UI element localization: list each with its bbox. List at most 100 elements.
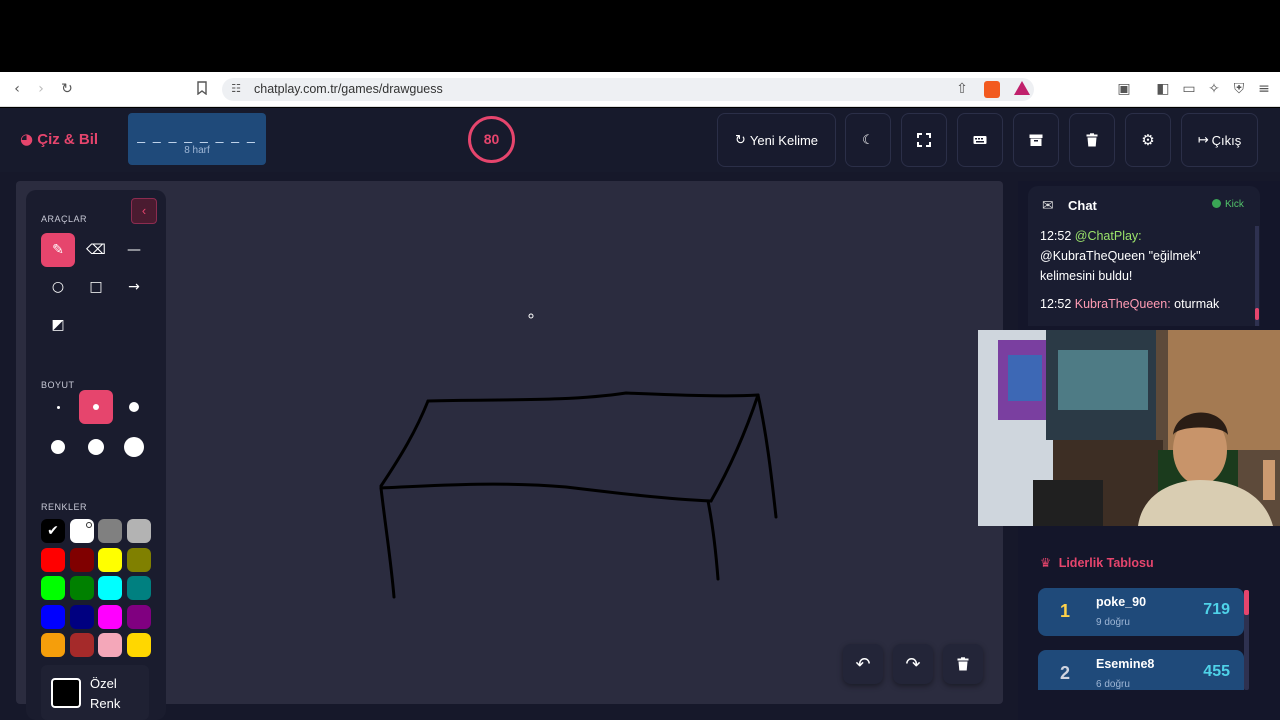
vpn-icon[interactable]: ⛨ xyxy=(1231,81,1247,97)
fullscreen-button[interactable] xyxy=(901,113,947,167)
tools-panel: ARAÇLAR ‹ ✎ ⌫ — ○ □ → ◩ BOYUT RENKLER ✔ … xyxy=(26,190,166,720)
message-user: KubraTheQueen: xyxy=(1074,297,1171,311)
eraser-icon: ⌫ xyxy=(86,242,106,258)
settings-button[interactable]: ⚙ xyxy=(1125,113,1171,167)
table-right-leg-back-stroke xyxy=(756,393,778,519)
color-swatch[interactable] xyxy=(126,576,151,600)
url-text: chatplay.com.tr/games/drawguess xyxy=(254,82,443,96)
new-word-button[interactable]: ↻ Yeni Kelime xyxy=(717,113,836,167)
reload-icon[interactable]: ↻ xyxy=(59,81,75,97)
circle-icon: ○ xyxy=(51,279,65,295)
fill-tool[interactable]: ◩ xyxy=(41,308,75,342)
chat-scroll-thumb[interactable] xyxy=(1255,308,1259,320)
size-xl[interactable] xyxy=(79,430,113,464)
custom-color-button[interactable]: Özel Renk xyxy=(41,665,149,720)
color-swatch[interactable] xyxy=(126,633,151,657)
size-l[interactable] xyxy=(41,430,75,464)
brave-shield-icon[interactable] xyxy=(984,81,1000,98)
leo-ai-icon[interactable]: ✧ xyxy=(1206,81,1222,97)
color-swatch[interactable] xyxy=(98,519,122,543)
color-swatch[interactable]: ✔ xyxy=(41,519,65,543)
color-swatch[interactable] xyxy=(69,576,94,600)
color-swatch[interactable] xyxy=(69,604,94,629)
round-timer: 80 xyxy=(468,116,515,163)
color-swatch[interactable] xyxy=(41,633,65,657)
eraser-tool[interactable]: ⌫ xyxy=(79,233,113,267)
color-swatch[interactable] xyxy=(126,547,151,572)
webcam-overlay xyxy=(978,330,1280,526)
leaderboard-row: 2 Esemine8 6 doğru 455 xyxy=(1038,650,1244,690)
brave-rewards-icon[interactable] xyxy=(1014,81,1030,95)
site-settings-icon[interactable]: ☷ xyxy=(228,81,244,97)
leaderboard-scrollbar[interactable] xyxy=(1244,590,1249,690)
color-swatch[interactable] xyxy=(69,519,94,543)
size-s[interactable] xyxy=(79,390,113,424)
forward-icon[interactable]: › xyxy=(33,81,49,97)
line-tool[interactable]: — xyxy=(117,233,151,267)
wallet-icon[interactable]: ▭ xyxy=(1181,81,1197,97)
rectangle-tool[interactable]: □ xyxy=(79,270,113,304)
leaderboard-row: 1 poke_90 9 doğru 719 xyxy=(1038,588,1244,636)
logout-button[interactable]: ↦ Çıkış xyxy=(1181,113,1258,167)
redo-button[interactable]: ↷ xyxy=(893,644,933,684)
color-swatch[interactable] xyxy=(69,547,94,572)
arrow-right-icon: → xyxy=(128,279,140,295)
browser-toolbar: ‹ › ↻ ☷ chatplay.com.tr/games/drawguess … xyxy=(0,72,1280,107)
chevron-left-icon: ‹ xyxy=(141,203,147,218)
color-swatch[interactable] xyxy=(98,576,122,600)
share-icon[interactable]: ⇧ xyxy=(954,81,970,97)
refresh-icon: ↻ xyxy=(734,132,746,148)
color-swatch[interactable] xyxy=(41,576,65,600)
address-bar[interactable]: ☷ chatplay.com.tr/games/drawguess ⇧ xyxy=(222,78,1034,101)
keyboard-icon xyxy=(973,136,987,144)
keyboard-button[interactable] xyxy=(957,113,1003,167)
drawing-strokes xyxy=(379,313,778,599)
color-swatch[interactable] xyxy=(126,519,151,543)
message-text: @KubraTheQueen "eğilmek" kelimesini buld… xyxy=(1040,249,1201,283)
drawing-canvas[interactable]: ↶ ↷ xyxy=(166,181,1003,704)
size-m[interactable] xyxy=(117,390,151,424)
menu-icon[interactable]: ≡ xyxy=(1256,81,1272,97)
table-top-back-stroke xyxy=(426,391,760,403)
custom-color-label-line2: Renk xyxy=(90,696,121,711)
tab-search-icon[interactable]: ▣ xyxy=(1116,81,1132,97)
size-xs[interactable] xyxy=(41,390,75,424)
color-swatch[interactable] xyxy=(126,604,151,629)
circle-tool[interactable]: ○ xyxy=(41,270,75,304)
color-swatch[interactable] xyxy=(98,633,122,657)
leaderboard-title-text: Liderlik Tablosu xyxy=(1058,556,1154,570)
color-swatch[interactable] xyxy=(41,547,65,572)
back-icon[interactable]: ‹ xyxy=(9,81,25,97)
comments-icon: ✉ xyxy=(1042,198,1054,214)
color-swatch[interactable] xyxy=(41,604,65,629)
clear-all-button[interactable] xyxy=(1069,113,1115,167)
logout-label: Çıkış xyxy=(1211,132,1242,148)
trash-icon xyxy=(1086,133,1098,147)
brush-tool[interactable]: ✎ xyxy=(41,233,75,267)
chat-scrollbar[interactable] xyxy=(1255,226,1259,326)
chat-message: 12:52 @ChatPlay: @KubraTheQueen "eğilmek… xyxy=(1040,226,1250,286)
logo[interactable]: ◕ Çiz & Bil xyxy=(20,130,98,148)
cursor-indicator xyxy=(528,313,534,319)
color-swatch[interactable] xyxy=(98,604,122,629)
collapse-tools-button[interactable]: ‹ xyxy=(131,198,157,224)
player-name: poke_90 xyxy=(1096,595,1147,609)
palette-icon: ◕ xyxy=(20,130,34,148)
clear-canvas-button[interactable] xyxy=(943,644,983,684)
message-time: 12:52 xyxy=(1040,229,1072,243)
color-swatch[interactable] xyxy=(98,547,122,572)
sidebar-icon[interactable]: ◧ xyxy=(1155,81,1171,97)
size-section-label: BOYUT xyxy=(41,380,75,390)
player-name: Esemine8 xyxy=(1096,657,1155,671)
archive-button[interactable] xyxy=(1013,113,1059,167)
square-icon: □ xyxy=(89,279,103,295)
undo-button[interactable]: ↶ xyxy=(843,644,883,684)
bookmark-icon[interactable] xyxy=(194,81,210,97)
custom-color-label-line1: Özel xyxy=(90,676,117,691)
leaderboard-scroll-thumb[interactable] xyxy=(1244,590,1249,615)
size-xxl[interactable] xyxy=(117,430,151,464)
arrow-tool[interactable]: → xyxy=(117,270,151,304)
color-swatch[interactable] xyxy=(69,633,94,657)
dark-mode-button[interactable]: ☾ xyxy=(845,113,891,167)
message-time: 12:52 xyxy=(1040,297,1072,311)
